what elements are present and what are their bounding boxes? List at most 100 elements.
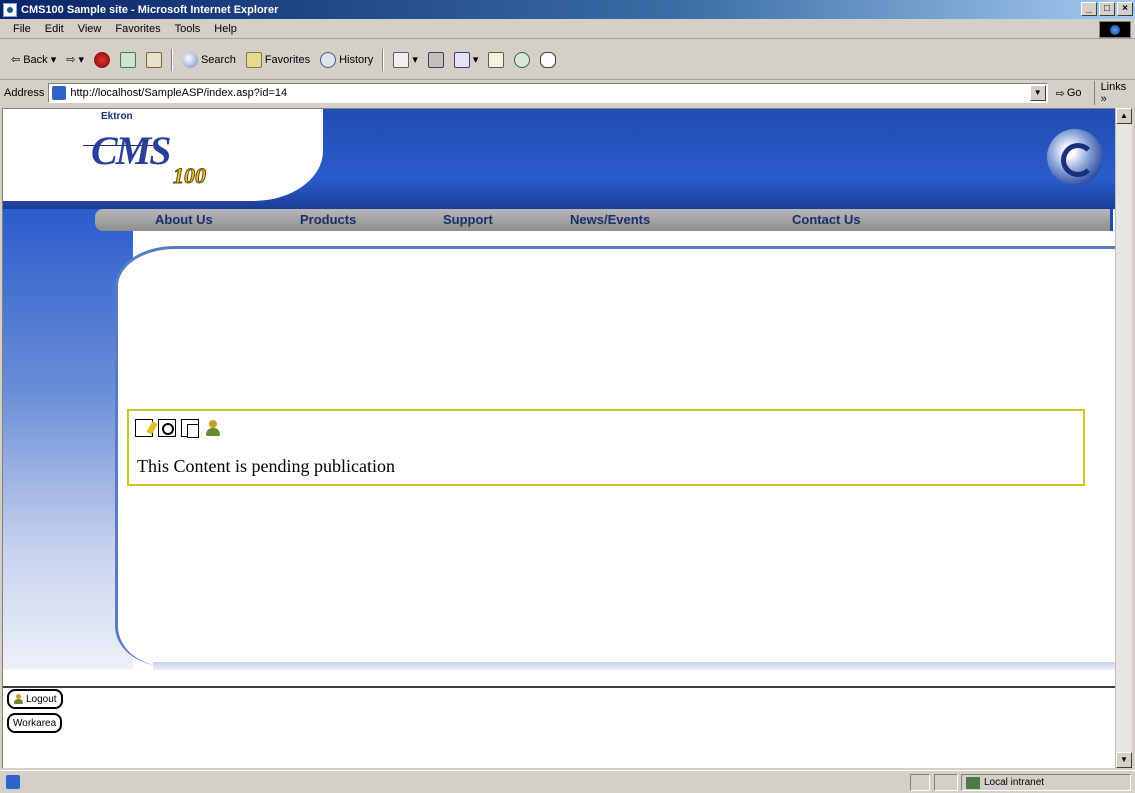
address-bar: Address http://localhost/SampleASP/index… (0, 81, 1135, 105)
address-url: http://localhost/SampleASP/index.asp?id=… (70, 87, 288, 99)
logo-brand: Ektron (101, 111, 133, 122)
workarea-button[interactable]: Workarea (7, 713, 63, 733)
messenger-icon (514, 51, 531, 68)
search-label: Search (200, 53, 236, 66)
chat-icon (540, 51, 557, 68)
back-button[interactable]: ⇦ Back ▾ (6, 47, 61, 73)
discuss-button[interactable] (483, 47, 509, 73)
user-permissions-icon[interactable] (204, 419, 222, 437)
workarea-label: Workarea (13, 717, 57, 729)
menu-tools[interactable]: Tools (168, 23, 208, 35)
history-label: History (339, 53, 374, 66)
favorites-label: Favorites (264, 53, 311, 66)
history-icon (320, 51, 337, 68)
scroll-up-icon[interactable]: ▲ (1116, 108, 1132, 124)
footer-divider (3, 686, 1115, 688)
zone-label: Local intranet (984, 777, 1045, 788)
favorites-button[interactable]: Favorites (241, 47, 315, 73)
logout-button[interactable]: Logout (7, 689, 63, 709)
menu-bar: File Edit View Favorites Tools Help (0, 19, 1135, 39)
menu-favorites[interactable]: Favorites (108, 23, 167, 35)
nav-about-us[interactable]: About Us (155, 212, 213, 227)
history-button[interactable]: History (315, 47, 378, 73)
status-bar: Local intranet (0, 770, 1135, 793)
user-icon (13, 693, 24, 705)
page-status-icon (6, 775, 20, 789)
cms-logo: Ektron CMS 100 (3, 109, 323, 201)
address-label: Address (4, 87, 45, 99)
status-cell (910, 774, 930, 791)
window-controls: _ □ × (1081, 2, 1133, 16)
maximize-button[interactable]: □ (1099, 2, 1115, 16)
favorites-icon (245, 51, 262, 68)
nav-news-events[interactable]: News/Events (570, 212, 650, 227)
status-cell (934, 774, 958, 791)
preview-icon[interactable] (158, 419, 176, 437)
back-label: Back (23, 53, 48, 66)
menu-file[interactable]: File (6, 23, 38, 35)
chat-button[interactable] (535, 47, 561, 73)
logo-100-text: 100 (173, 163, 207, 189)
forward-arrow-icon: ⇨ (66, 54, 76, 66)
site-nav: About Us Products Support News/Events Co… (95, 209, 1113, 231)
nav-products[interactable]: Products (300, 212, 356, 227)
links-button[interactable]: Links » (1093, 81, 1135, 105)
scroll-down-icon[interactable]: ▼ (1116, 752, 1132, 768)
discuss-icon (488, 51, 505, 68)
ektron-badge-icon (1047, 129, 1103, 185)
search-icon (181, 51, 198, 68)
nav-contact-us[interactable]: Contact Us (792, 212, 861, 227)
print-button[interactable] (423, 47, 449, 73)
copy-icon[interactable] (181, 419, 199, 438)
window-title: CMS100 Sample site - Microsoft Internet … (21, 3, 279, 16)
go-button[interactable]: ⇨ Go (1056, 87, 1082, 100)
menu-edit[interactable]: Edit (38, 23, 71, 35)
security-zone: Local intranet (961, 774, 1131, 791)
left-frame-decoration (3, 209, 133, 669)
edit-button[interactable]: ▾ (449, 47, 484, 73)
close-button[interactable]: × (1117, 2, 1133, 16)
search-button[interactable]: Search (177, 47, 241, 73)
vertical-scrollbar[interactable]: ▲ ▼ (1115, 108, 1132, 768)
home-icon (145, 51, 162, 68)
logout-label: Logout (26, 693, 57, 705)
chevron-down-icon: ▾ (472, 54, 479, 66)
toolbar-separator (170, 48, 173, 71)
forward-button[interactable]: ⇨ ▾ (61, 47, 89, 73)
intranet-icon (966, 776, 980, 789)
menu-view[interactable]: View (71, 23, 109, 35)
edit-page-icon (453, 51, 470, 68)
refresh-icon (119, 51, 136, 68)
stop-button[interactable] (89, 47, 115, 73)
refresh-button[interactable] (115, 47, 141, 73)
back-arrow-icon: ⇦ (11, 54, 21, 66)
go-label: Go (1066, 87, 1082, 99)
standard-toolbar: ⇦ Back ▾ ⇨ ▾ Search Favorites History ▾ ▾ (0, 40, 1135, 80)
page-viewport: Ektron CMS 100 About Us Products Support… (2, 108, 1115, 768)
messenger-button[interactable] (509, 47, 535, 73)
links-label: Links (1100, 81, 1127, 93)
chevron-down-icon: ▾ (50, 54, 57, 66)
logo-cms-text: CMS (91, 128, 171, 173)
ie-icon (3, 2, 17, 17)
title-bar: CMS100 Sample site - Microsoft Internet … (0, 0, 1135, 19)
content-block: This Content is pending publication (127, 409, 1085, 486)
mail-button[interactable]: ▾ (388, 47, 423, 73)
menu-help[interactable]: Help (207, 23, 244, 35)
pending-message: This Content is pending publication (137, 456, 395, 476)
chevron-down-icon: ▾ (412, 54, 418, 66)
main-panel-shadow (153, 662, 1115, 670)
address-field[interactable]: http://localhost/SampleASP/index.asp?id=… (48, 83, 1048, 103)
toolbar-separator (382, 48, 385, 71)
minimize-button[interactable]: _ (1081, 2, 1097, 16)
nav-support[interactable]: Support (443, 212, 493, 227)
chevron-down-icon: ▾ (78, 54, 84, 66)
address-dropdown-icon[interactable]: ▼ (1029, 85, 1046, 101)
ie-throbber-icon (1099, 21, 1131, 38)
mail-icon (393, 51, 410, 68)
print-icon (427, 51, 444, 68)
edit-content-icon[interactable] (135, 419, 153, 437)
home-button[interactable] (141, 47, 167, 73)
content-edit-toolbar (135, 419, 222, 438)
page-icon (52, 86, 67, 100)
